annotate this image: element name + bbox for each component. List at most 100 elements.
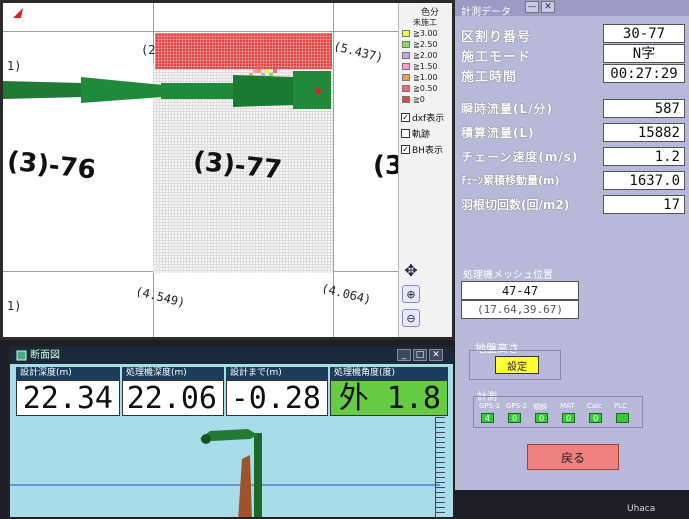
sensor-status-group <box>473 396 643 428</box>
legend-label: ≧2.50 <box>413 40 438 49</box>
gauge-label: 処理機角度(度) <box>330 367 448 380</box>
legend-swatch <box>402 96 410 103</box>
color-legend: 色分 未施工 ≧3.00 ≧2.50 ≧2.00 ≧1.50 ≧1.00 ≧0.50 ≧0 … <box>398 3 452 337</box>
coord-label: 1) <box>7 59 22 73</box>
legend-swatch <box>402 41 410 48</box>
legend-row: ≧2.00 <box>402 51 438 60</box>
division-number-label: 区割り番号 <box>461 30 532 45</box>
gauge-value: -0.28 <box>226 380 328 416</box>
measurement-panel: 計測データ — ✕ 区割り番号 30-77 施工モード N字 施工時間 00:2… <box>455 0 689 490</box>
map-window: (3)-76 (3)-77 (3 (2 (5.437) (4.549) (4.0… <box>0 0 455 340</box>
instant-flow-value: 587 <box>603 99 685 118</box>
sensor-status-indicator: 0 <box>589 413 602 423</box>
trajectory-checkbox[interactable]: 軌跡 <box>401 127 430 140</box>
sensor-label: Calc <box>587 402 602 410</box>
sensor-status-indicator <box>616 413 629 423</box>
legend-swatch <box>402 85 410 92</box>
settings-button[interactable]: 設定 <box>495 356 539 374</box>
app-icon <box>16 350 27 361</box>
sensor-label: MAT <box>560 402 575 410</box>
pan-icon[interactable]: ✥ <box>402 261 420 280</box>
gauge-value: 外 1.8 <box>330 380 448 416</box>
instant-flow-label: 瞬時流量(L/分) <box>461 102 553 116</box>
north-arrow-icon <box>13 8 23 18</box>
taskbar: Uhaca <box>455 490 689 519</box>
close-icon[interactable]: ✕ <box>429 349 443 361</box>
minimize-icon[interactable]: _ <box>397 349 411 361</box>
gauge-label: 設計深度(m) <box>16 367 120 380</box>
checkbox-label: BH表示 <box>412 146 443 156</box>
sensor-status-indicator: 4 <box>481 413 494 423</box>
legend-swatch <box>402 74 410 81</box>
chain-travel-label: ﾁｪｰﾝ累積移動量(m) <box>461 174 560 187</box>
legend-unworked: 未施工 <box>413 18 437 27</box>
coord-label: (2 <box>141 43 156 57</box>
construction-mode-value: N字 <box>603 44 685 63</box>
sensor-status-indicator: 0 <box>508 413 521 423</box>
zoom-out-icon[interactable]: ⊖ <box>402 309 420 327</box>
zoom-in-icon[interactable]: ⊕ <box>402 285 420 303</box>
block-label-left: (3)-76 <box>5 146 98 186</box>
mesh-position-coords: (17.64,39.67) <box>461 300 579 319</box>
coord-label: (5.437) <box>332 39 385 65</box>
legend-row: ≧1.00 <box>402 73 438 82</box>
minimize-icon[interactable]: — <box>525 1 539 13</box>
gauge-label: 設計まで(m) <box>226 367 328 380</box>
chain-speed-value: 1.2 <box>603 147 685 166</box>
checkbox-unchecked-icon <box>401 129 410 138</box>
machine-arm <box>3 71 331 109</box>
legend-label: ≧2.00 <box>413 51 438 60</box>
division-number-value: 30-77 <box>603 24 685 43</box>
sensor-label: GPS-1 <box>479 402 501 410</box>
sensor-label: PLC <box>614 402 628 410</box>
taskbar-label: Uhaca <box>627 504 656 514</box>
bh-display-checkbox[interactable]: ✓ BH表示 <box>401 143 443 156</box>
legend-label: ≧0 <box>413 95 425 104</box>
legend-row: ≧0.50 <box>402 84 438 93</box>
gauge-label: 処理機深度(m) <box>122 367 224 380</box>
maximize-icon[interactable]: □ <box>413 349 427 361</box>
blade-cut-count-value: 17 <box>603 195 685 214</box>
checkbox-label: 軌跡 <box>412 130 431 140</box>
coord-label: (4.064) <box>320 281 373 307</box>
sensor-label: 傾斜 <box>533 403 547 411</box>
back-button[interactable]: 戻る <box>527 444 619 470</box>
legend-row: ≧2.50 <box>402 40 438 49</box>
coord-label: 1) <box>7 299 22 313</box>
legend-swatch <box>402 52 410 59</box>
construction-time-label: 施工時間 <box>461 70 518 85</box>
chain-speed-label: チェーン速度(m/s) <box>461 150 579 164</box>
gauge-value: 22.34 <box>16 380 120 416</box>
legend-row: ≧0 <box>402 95 425 104</box>
mesh-map-canvas[interactable]: (3)-76 (3)-77 (3 (2 (5.437) (4.549) (4.0… <box>3 3 398 337</box>
cross-section-drawing <box>10 429 440 517</box>
checkbox-label: dxf表示 <box>412 114 445 124</box>
grid-line <box>3 31 398 32</box>
mesh-position-value: 47-47 <box>461 281 579 300</box>
sensor-label: GPS-2 <box>506 402 528 410</box>
blade-cut-count-label: 羽根切回数(回/m2) <box>461 198 570 212</box>
close-icon[interactable]: ✕ <box>541 1 555 13</box>
legend-label: ≧1.00 <box>413 73 438 82</box>
sensor-status-indicator: 0 <box>535 413 548 423</box>
window-title: 断面図 <box>10 347 453 364</box>
legend-label: ≧1.50 <box>413 62 438 71</box>
dxf-display-checkbox[interactable]: ✓ dxf表示 <box>401 111 444 124</box>
legend-label: ≧0.50 <box>413 84 438 93</box>
mesh-position-label: 処理機メッシュ位置 <box>463 270 553 281</box>
coord-label: (4.549) <box>134 284 187 310</box>
legend-swatch <box>402 30 410 37</box>
construction-time-value: 00:27:29 <box>603 64 685 83</box>
checkbox-checked-icon: ✓ <box>401 145 410 154</box>
total-flow-value: 15882 <box>603 123 685 142</box>
checkbox-checked-icon: ✓ <box>401 113 410 122</box>
construction-mode-label: 施工モード <box>461 50 532 65</box>
legend-row: ≧3.00 <box>402 29 438 38</box>
depth-ruler <box>435 417 445 517</box>
chain-travel-value: 1637.0 <box>603 171 685 190</box>
section-view-window: 断面図 _ □ ✕ 設計深度(m) 22.34 処理機深度(m) 22.06 設計まで(… <box>8 345 455 519</box>
sensor-status-indicator: 0 <box>562 413 575 423</box>
block-label-right: (3 <box>373 151 398 181</box>
total-flow-label: 積算流量(L) <box>461 126 535 140</box>
gauge-value: 22.06 <box>122 380 224 416</box>
